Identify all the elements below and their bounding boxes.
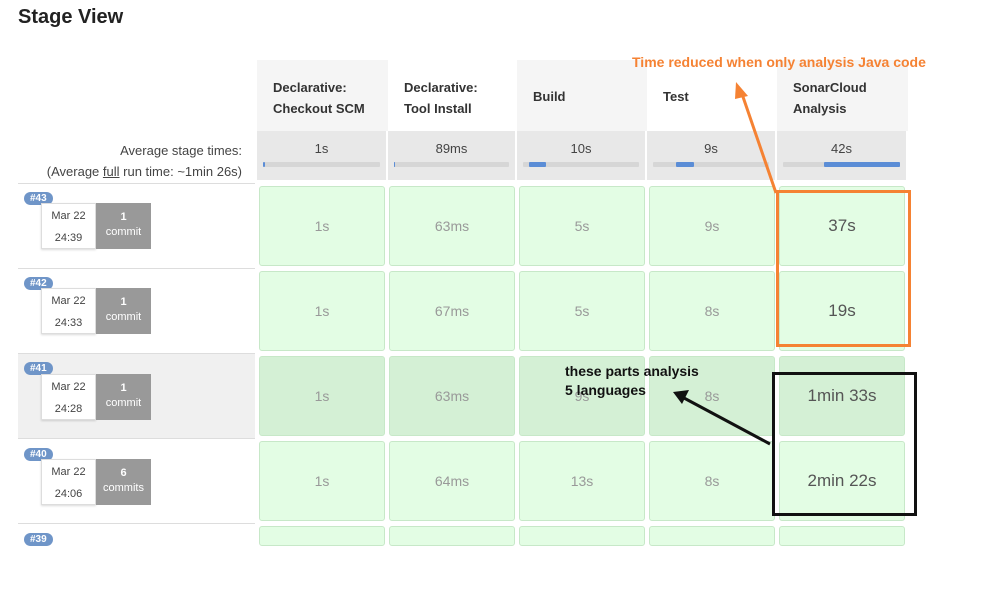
black-arrow-line: [683, 396, 771, 446]
orange-arrow-line: [739, 90, 778, 194]
black-arrow-head: [673, 390, 689, 404]
orange-arrow-head: [735, 82, 748, 99]
annotation-arrows: [673, 82, 778, 446]
